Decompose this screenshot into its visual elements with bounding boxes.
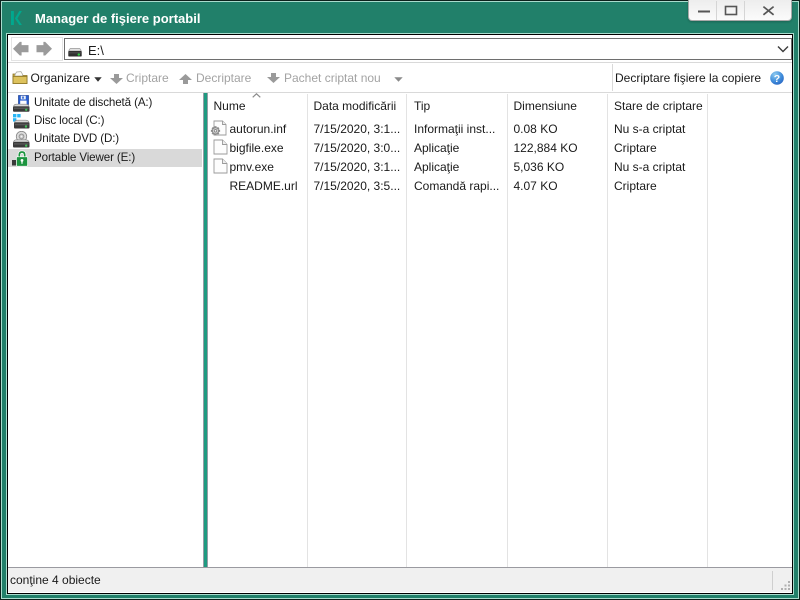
svg-text:?: ? — [774, 73, 780, 85]
